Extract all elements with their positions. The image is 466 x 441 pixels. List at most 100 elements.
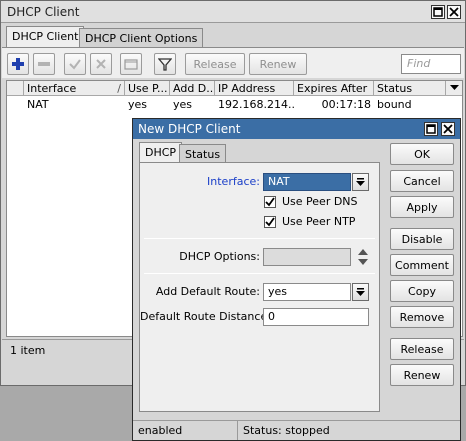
column-header-interface[interactable]: Interface /	[24, 81, 125, 96]
column-header-status[interactable]: Status	[374, 81, 446, 96]
up-down-arrows-icon	[358, 249, 368, 265]
dialog-titlebar[interactable]: New DHCP Client	[133, 119, 460, 139]
column-header-label: Interface	[27, 82, 77, 95]
release-button[interactable]: Release	[390, 338, 454, 360]
tab-status[interactable]: Status	[179, 144, 227, 164]
add-default-route-dropdown-button[interactable]	[352, 283, 369, 301]
table-row[interactable]: NAT yes yes 192.168.214.... 00:17:18 bou…	[7, 97, 462, 112]
tab-dhcp[interactable]: DHCP	[139, 142, 183, 164]
interface-value: NAT	[268, 175, 290, 188]
cell-interface: NAT	[27, 98, 49, 111]
tab-label: DHCP Client Options	[85, 32, 198, 45]
enable-button[interactable]	[64, 53, 86, 75]
use-peer-ntp-checkbox[interactable]	[264, 216, 276, 228]
column-header-label: Status	[377, 82, 413, 95]
chevron-down-icon	[356, 288, 365, 296]
chevron-down-icon	[449, 85, 459, 90]
use-peer-dns-label: Use Peer DNS	[282, 195, 358, 208]
dialog-statusbar: enabled Status: stopped	[133, 420, 460, 440]
check-icon	[265, 217, 275, 227]
button-label: Disable	[401, 232, 443, 246]
interface-label: Interface:	[207, 175, 260, 188]
interface-dropdown-button[interactable]	[352, 173, 369, 191]
dhcp-options-stepper[interactable]	[357, 248, 369, 266]
column-menu-button[interactable]	[446, 81, 462, 96]
find-input[interactable]: Find	[401, 54, 461, 74]
add-default-route-label: Add Default Route:	[155, 285, 260, 298]
filter-icon	[158, 58, 172, 71]
button-label: Remove	[399, 310, 445, 324]
tab-dhcp-client[interactable]: DHCP Client	[6, 26, 85, 48]
maximize-icon	[433, 7, 443, 17]
disable-button[interactable]: Disable	[390, 228, 454, 250]
use-peer-dns-checkbox[interactable]	[264, 196, 276, 208]
column-header-flags[interactable]	[7, 81, 24, 96]
tab-label: DHCP Client	[12, 30, 79, 43]
maximize-button[interactable]	[431, 5, 445, 19]
column-header-add-default[interactable]: Add D...	[170, 81, 215, 96]
check-icon	[265, 197, 275, 207]
button-label: Renew	[403, 368, 441, 382]
close-icon	[449, 7, 459, 17]
column-header-label: Add D...	[173, 82, 215, 95]
plus-icon	[12, 58, 24, 70]
renew-button[interactable]: Renew	[249, 53, 307, 75]
dialog-title: New DHCP Client	[138, 122, 241, 136]
add-default-route-select[interactable]: yes	[263, 283, 351, 301]
release-button[interactable]: Release	[185, 53, 245, 75]
check-icon	[69, 59, 81, 70]
default-route-distance-value: 0	[268, 310, 275, 323]
column-header-label: Use P...	[128, 82, 168, 95]
client-status: Status: stopped	[243, 424, 330, 437]
renew-label: Renew	[259, 57, 297, 71]
apply-button[interactable]: Apply	[390, 196, 454, 218]
default-route-distance-label: Default Route Distance:	[140, 310, 271, 323]
cell-expires-after: 00:17:18	[321, 98, 371, 111]
divider	[144, 238, 375, 239]
renew-button[interactable]: Renew	[390, 364, 454, 386]
close-button[interactable]	[447, 5, 461, 19]
interface-select[interactable]: NAT	[263, 173, 351, 191]
dhcp-form-panel: Interface: NAT Use Peer DNS Use Peer NTP…	[139, 162, 380, 412]
disable-button[interactable]	[90, 53, 112, 75]
button-label: Comment	[395, 258, 449, 272]
add-default-route-value: yes	[268, 285, 288, 298]
button-label: Release	[400, 342, 444, 356]
tab-dhcp-client-options[interactable]: DHCP Client Options	[79, 28, 204, 48]
dialog-maximize-button[interactable]	[424, 122, 438, 136]
remove-button[interactable]: Remove	[390, 306, 454, 328]
minus-icon	[38, 62, 50, 66]
ok-button[interactable]: OK	[390, 143, 454, 165]
new-dhcp-client-dialog: New DHCP Client DHCP Status Interface: N…	[132, 118, 461, 441]
cancel-button[interactable]: Cancel	[390, 170, 454, 192]
dhcp-options-field[interactable]	[263, 248, 351, 266]
comment-button[interactable]: Comment	[390, 254, 454, 276]
divider	[144, 273, 375, 274]
button-label: OK	[414, 147, 430, 161]
copy-button[interactable]: Copy	[390, 280, 454, 302]
add-button[interactable]	[7, 53, 29, 75]
tab-label: Status	[185, 148, 221, 161]
column-header-label: Expires After	[297, 82, 368, 95]
x-icon	[96, 59, 106, 69]
release-label: Release	[193, 57, 237, 71]
remove-button[interactable]	[33, 53, 55, 75]
button-label: Cancel	[403, 174, 441, 188]
button-label: Copy	[408, 284, 436, 298]
column-header-use-peer[interactable]: Use P...	[125, 81, 170, 96]
cell-use-peer: yes	[128, 98, 148, 111]
cell-status: bound	[377, 98, 412, 111]
use-peer-ntp-label: Use Peer NTP	[282, 215, 356, 228]
window-title: DHCP Client	[7, 5, 80, 19]
window-titlebar[interactable]: DHCP Client	[1, 1, 465, 23]
find-placeholder: Find	[407, 57, 431, 70]
default-route-distance-input[interactable]: 0	[263, 308, 369, 326]
filter-button[interactable]	[154, 53, 176, 75]
chevron-down-icon	[356, 178, 365, 186]
enabled-status: enabled	[133, 421, 238, 440]
column-header-ip-address[interactable]: IP Address	[215, 81, 294, 96]
dialog-close-button[interactable]	[441, 122, 455, 136]
column-header-expires-after[interactable]: Expires After	[294, 81, 374, 96]
comment-button[interactable]	[120, 53, 142, 75]
cell-ip-address: 192.168.214....	[218, 98, 294, 111]
